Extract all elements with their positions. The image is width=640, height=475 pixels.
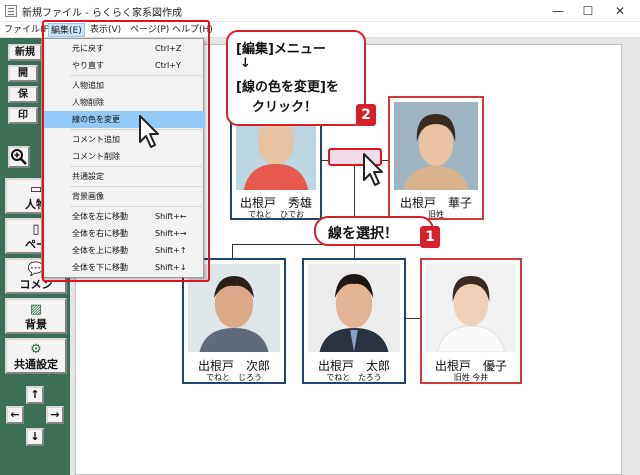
callout-text: 線を選択！ <box>328 226 398 242</box>
sibling-drop-taro[interactable] <box>354 244 355 258</box>
arrow-right-icon: → <box>50 408 60 421</box>
maximize-button[interactable]: ☐ <box>574 1 602 21</box>
gear-icon: ⚙ <box>30 342 42 357</box>
background-icon: ▨ <box>29 302 43 317</box>
move-down-button[interactable]: ↓ <box>26 428 44 446</box>
move-up-button[interactable]: ↑ <box>26 386 44 404</box>
callout-text-line1: [編集]メニュー <box>236 42 326 57</box>
background-button[interactable]: ▨ 背景 <box>5 298 67 334</box>
zoom-button[interactable] <box>8 146 30 168</box>
common-settings-label: 共通設定 <box>14 358 58 371</box>
person-kana: でねと じろう <box>206 373 262 382</box>
new-button[interactable]: 新規 <box>8 44 42 61</box>
arrow-left-icon: ← <box>10 408 20 421</box>
move-right-button[interactable]: → <box>46 406 64 424</box>
minimize-button[interactable]: — <box>544 1 572 21</box>
mouse-cursor-icon <box>139 115 159 148</box>
common-settings-button[interactable]: ⚙ 共通設定 <box>5 338 67 374</box>
move-left-button[interactable]: ← <box>6 406 24 424</box>
person-card[interactable]: 出根戸 優子 旧姓 今井 <box>420 258 522 384</box>
person-photo <box>394 102 478 190</box>
person-photo <box>308 264 400 352</box>
background-button-label: 背景 <box>25 318 47 331</box>
person-kana: でねと たろう <box>326 373 382 382</box>
select-line-callout: 線を選択！ <box>314 216 434 246</box>
step-2-badge: 2 <box>356 104 376 126</box>
arrow-down-icon: ↓ <box>30 430 40 443</box>
close-button[interactable]: ✕ <box>606 1 634 21</box>
app-icon <box>5 5 17 17</box>
person-photo <box>426 264 516 352</box>
callout-text-line3: クリック！ <box>252 100 318 115</box>
sibling-drop-jiro[interactable] <box>232 244 233 258</box>
mouse-cursor-icon <box>363 153 383 186</box>
callout-arrow: ↓ <box>240 56 251 71</box>
arrow-up-icon: ↑ <box>30 388 40 401</box>
person-card[interactable]: 出根戸 華子 旧姓 <box>388 96 484 220</box>
menu-highlight-frame <box>42 20 210 282</box>
step-1-badge: 1 <box>420 226 440 248</box>
menu-instruction-callout: [編集]メニュー ↓ [線の色を変更]を クリック！ <box>226 30 366 126</box>
title-bar: 新規ファイル - らくらく家系図作成 — ☐ ✕ <box>0 0 640 22</box>
print-button[interactable]: 印 <box>8 107 38 124</box>
person-kana: 旧姓 今井 <box>453 373 489 382</box>
callout-text-line2: [線の色を変更]を <box>236 80 339 95</box>
window-title: 新規ファイル - らくらく家系図作成 <box>22 8 182 19</box>
marriage-line-bottom[interactable] <box>404 318 420 319</box>
open-button[interactable]: 開 <box>8 65 38 82</box>
save-button[interactable]: 保 <box>8 86 38 103</box>
zoom-icon <box>11 149 27 165</box>
person-kana: でねと ひでお <box>248 210 304 219</box>
person-card[interactable]: 出根戸 太郎 でねと たろう <box>302 258 406 384</box>
